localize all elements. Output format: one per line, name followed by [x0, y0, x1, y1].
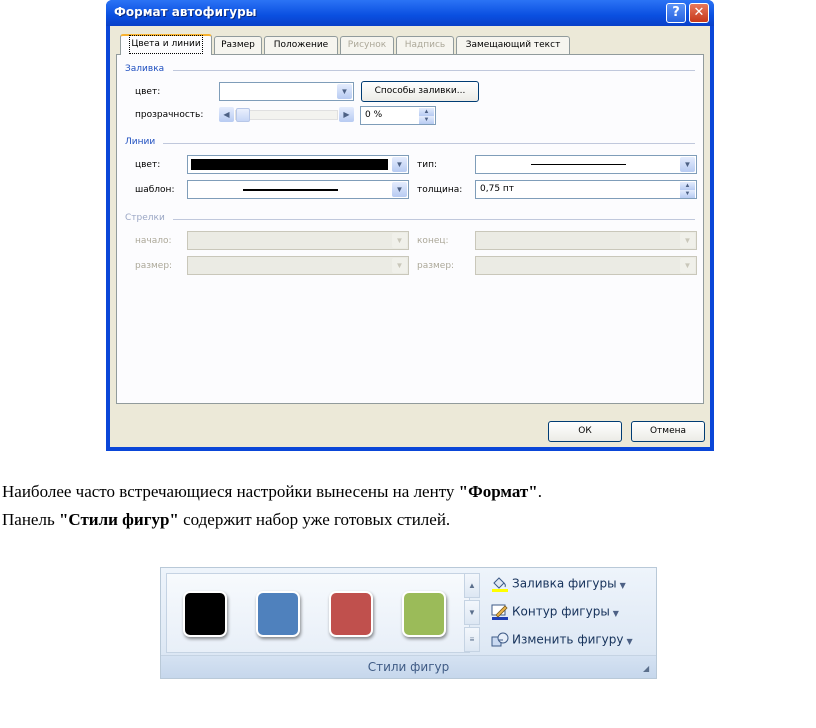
change-shape-label: Изменить фигуру [512, 632, 624, 647]
line-color-label: цвет: [135, 160, 161, 170]
shape-style-black[interactable] [183, 591, 227, 637]
shape-styles-ribbon-group: ▲ ▼ ≡ Заливка фигуры ▼ Контур фигуры ▼ Изм… [160, 567, 657, 679]
lines-section-title: Линии [125, 137, 156, 147]
arrow-begin-select: ▼ [187, 231, 409, 250]
pattern-label: шаблон: [135, 185, 175, 195]
spin-down-icon[interactable]: ▼ [680, 190, 695, 198]
paragraph-line-2: Панель "Стили фигур" содержит набор уже … [2, 510, 450, 530]
pattern-select[interactable]: ▼ [187, 180, 409, 199]
chevron-down-icon: ▼ [337, 84, 352, 99]
tab-picture: Рисунок [340, 36, 394, 54]
transparency-slider[interactable]: ◀ ▶ [219, 107, 354, 124]
cancel-button[interactable]: Отмена [631, 421, 705, 442]
arrow-begin-label: начало: [135, 236, 172, 246]
tab-text-box: Надпись [396, 36, 454, 54]
ok-button[interactable]: ОК [548, 421, 622, 442]
tab-panel: Заливка цвет: ▼ Способы заливки... прозр… [116, 54, 704, 404]
arrow-end-select: ▼ [475, 231, 697, 250]
line-weight-value: 0,75 пт [480, 184, 515, 194]
line-type-sample [531, 164, 626, 165]
tab-position[interactable]: Положение [264, 36, 338, 54]
dropdown-arrow-icon: ▼ [626, 636, 633, 646]
tab-alt-text[interactable]: Замещающий текст [456, 36, 570, 54]
change-shape-icon [491, 632, 509, 648]
fill-section-divider [173, 70, 695, 71]
pattern-sample [243, 189, 338, 191]
paragraph-line-1: Наиболее часто встречающиеся настройки в… [2, 482, 542, 502]
line-color-select[interactable]: ▼ [187, 155, 409, 174]
text-segment: . [537, 482, 542, 501]
transparency-label: прозрачность: [135, 110, 204, 120]
chevron-down-icon: ▼ [680, 233, 695, 248]
format-autoshape-dialog: Формат автофигуры ? ✕ Цвета и линии Разм… [106, 0, 714, 451]
pencil-outline-icon [491, 604, 509, 620]
change-shape-button[interactable]: Изменить фигуру ▼ [491, 632, 633, 652]
dialog-body: Цвета и линии Размер Положение Рисунок Н… [110, 26, 710, 447]
text-segment: Панель [2, 510, 59, 529]
arrow-begin-size-label: размер: [135, 261, 173, 271]
arrow-end-size-select: ▼ [475, 256, 697, 275]
chevron-right-icon[interactable]: ▶ [339, 107, 354, 122]
shape-outline-label: Контур фигуры [512, 604, 610, 619]
chevron-down-icon: ▼ [392, 157, 407, 172]
slider-track[interactable] [235, 110, 338, 120]
help-button[interactable]: ? [666, 3, 686, 23]
shape-fill-button[interactable]: Заливка фигуры ▼ [491, 576, 626, 596]
scroll-up-icon[interactable]: ▲ [464, 573, 480, 598]
paint-bucket-icon [491, 576, 509, 592]
line-weight-label: толщина: [417, 185, 463, 195]
arrow-end-size-label: размер: [417, 261, 455, 271]
text-bold-format: "Формат" [458, 482, 538, 501]
arrows-section-divider [173, 219, 695, 220]
shape-styles-gallery [166, 573, 470, 653]
chevron-down-icon: ▼ [392, 182, 407, 197]
transparency-value: 0 % [365, 110, 383, 120]
dialog-title: Формат автофигуры [114, 5, 257, 19]
group-label: Стили фигур [161, 655, 656, 678]
shape-outline-button[interactable]: Контур фигуры ▼ [491, 604, 619, 624]
chevron-down-icon: ▼ [680, 258, 695, 273]
chevron-left-icon[interactable]: ◀ [219, 107, 234, 122]
spin-up-icon[interactable]: ▲ [419, 108, 434, 116]
line-type-label: тип: [417, 160, 438, 170]
dialog-launcher-icon[interactable]: ◢ [643, 664, 652, 673]
tab-colors-and-lines[interactable]: Цвета и линии [120, 34, 212, 55]
text-segment: Наиболее часто встречающиеся настройки в… [2, 482, 459, 501]
fill-section-title: Заливка [125, 64, 165, 74]
fill-color-label: цвет: [135, 87, 161, 97]
shape-style-green[interactable] [402, 591, 446, 637]
dropdown-arrow-icon: ▼ [619, 580, 626, 590]
shape-style-blue[interactable] [256, 591, 300, 637]
transparency-spinner[interactable]: 0 % ▲ ▼ [360, 106, 436, 125]
arrow-end-label: конец: [417, 236, 449, 246]
spin-down-icon[interactable]: ▼ [419, 116, 434, 124]
chevron-down-icon: ▼ [680, 157, 695, 172]
line-color-swatch [191, 159, 388, 170]
arrow-begin-size-select: ▼ [187, 256, 409, 275]
shape-fill-label: Заливка фигуры [512, 576, 617, 591]
chevron-down-icon: ▼ [392, 233, 407, 248]
text-bold-shape-styles: "Стили фигур" [58, 510, 179, 529]
fill-methods-button[interactable]: Способы заливки... [361, 81, 479, 102]
shape-style-red[interactable] [329, 591, 373, 637]
chevron-down-icon: ▼ [392, 258, 407, 273]
line-type-select[interactable]: ▼ [475, 155, 697, 174]
gallery-more-icon[interactable]: ≡ [464, 627, 480, 652]
fill-color-select[interactable]: ▼ [219, 82, 354, 101]
dropdown-arrow-icon: ▼ [612, 608, 619, 618]
line-weight-spinner[interactable]: 0,75 пт ▲ ▼ [475, 180, 697, 199]
arrows-section-title: Стрелки [125, 213, 165, 223]
text-segment: содержит набор уже готовых стилей. [178, 510, 451, 529]
slider-thumb[interactable] [236, 108, 250, 122]
close-button[interactable]: ✕ [689, 3, 709, 23]
spin-up-icon[interactable]: ▲ [680, 182, 695, 190]
lines-section-divider [163, 143, 695, 144]
scroll-down-icon[interactable]: ▼ [464, 600, 480, 625]
gallery-scroll: ▲ ▼ ≡ [464, 573, 480, 653]
tab-size[interactable]: Размер [214, 36, 262, 54]
title-bar[interactable]: Формат автофигуры ? ✕ [106, 0, 714, 26]
